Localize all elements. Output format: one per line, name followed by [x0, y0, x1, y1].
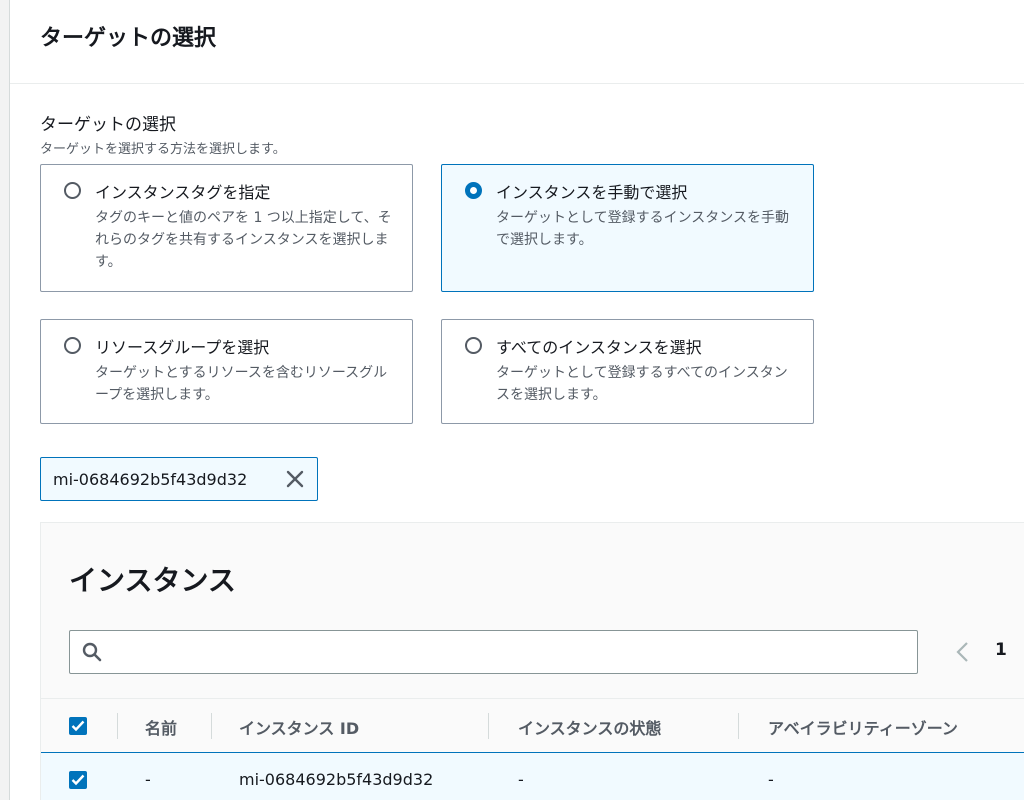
search-input[interactable]	[114, 639, 904, 665]
option-manual-select[interactable]: インスタンスを手動で選択 ターゲットとして登録するインスタンスを手動で選択します…	[441, 164, 814, 292]
option-title: リソースグループを選択	[95, 338, 270, 357]
radio-button[interactable]	[465, 337, 482, 354]
column-header-availability-zone[interactable]: アベイラビリティーゾーン	[768, 715, 958, 739]
table-header: 名前 インスタンス ID インスタンスの状態 アベイラビリティーゾーン	[41, 698, 1024, 752]
panel-header: ターゲットの選択	[10, 0, 1024, 84]
column-divider	[738, 713, 739, 739]
radio-button[interactable]	[64, 182, 81, 199]
cell-instance-id: mi-0684692b5f43d9d32	[239, 770, 434, 789]
option-description: ターゲットとするリソースを含むリソースグループを選択します。	[95, 365, 388, 403]
column-header-name[interactable]: 名前	[145, 715, 177, 739]
column-header-instance-id[interactable]: インスタンス ID	[239, 715, 359, 739]
target-selection-panel: ターゲットの選択 ターゲットの選択 ターゲットを選択する方法を選択します。 イン…	[9, 0, 1024, 800]
search-box	[69, 630, 918, 674]
instances-table-container: インスタンス 1 名前 インスタンス ID インスタンスの状態 アベイラビリティ…	[40, 522, 1024, 800]
row-checkbox[interactable]	[69, 771, 87, 789]
option-resource-group[interactable]: リソースグループを選択 ターゲットとするリソースを含むリソースグループを選択しま…	[40, 319, 413, 424]
cell-availability-zone: -	[768, 770, 774, 789]
page-number[interactable]: 1	[995, 640, 1007, 660]
table-row[interactable]: - mi-0684692b5f43d9d32 - -	[41, 752, 1024, 800]
field-description: ターゲットを選択する方法を選択します。	[40, 142, 286, 157]
radio-button-selected[interactable]	[465, 182, 482, 199]
option-all-instances[interactable]: すべてのインスタンスを選択 ターゲットとして登録するすべてのインスタンスを選択し…	[441, 319, 814, 424]
close-icon[interactable]	[283, 467, 307, 491]
column-header-state[interactable]: インスタンスの状態	[518, 715, 661, 739]
option-description: タグのキーと値のペアを 1 つ以上指定して、それらのタグを共有するインスタンスを…	[95, 210, 392, 270]
option-title: インスタンスタグを指定	[95, 183, 271, 202]
cell-state: -	[518, 770, 524, 789]
selected-instance-token: mi-0684692b5f43d9d32	[40, 457, 318, 501]
table-title: インスタンス	[69, 564, 236, 597]
field-label: ターゲットの選択	[40, 115, 176, 135]
option-description: ターゲットとして登録するすべてのインスタンスを選択します。	[496, 365, 788, 403]
token-label: mi-0684692b5f43d9d32	[53, 469, 248, 489]
column-divider	[211, 713, 212, 739]
select-all-checkbox[interactable]	[69, 717, 87, 735]
option-description: ターゲットとして登録するインスタンスを手動で選択します。	[496, 210, 790, 248]
panel-title: ターゲットの選択	[40, 26, 217, 51]
radio-button[interactable]	[64, 337, 81, 354]
search-icon	[82, 642, 102, 662]
chevron-left-icon[interactable]	[953, 641, 973, 663]
cell-name: -	[145, 770, 151, 789]
option-instance-tags[interactable]: インスタンスタグを指定 タグのキーと値のペアを 1 つ以上指定して、それらのタグ…	[40, 164, 413, 292]
option-title: インスタンスを手動で選択	[496, 183, 688, 202]
column-divider	[117, 713, 118, 739]
column-divider	[488, 713, 489, 739]
option-title: すべてのインスタンスを選択	[496, 338, 702, 357]
